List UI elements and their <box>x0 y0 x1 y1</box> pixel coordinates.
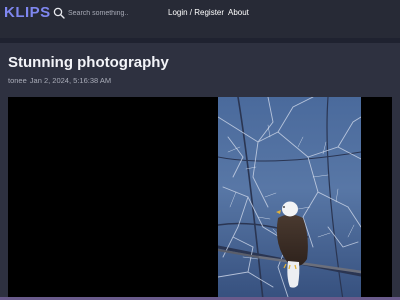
page-title: Stunning photography <box>8 54 169 71</box>
search-icon[interactable] <box>53 7 65 19</box>
search-bar[interactable] <box>53 6 168 20</box>
navbar: KLIPS Login / Register About <box>0 0 400 38</box>
photo-image[interactable] <box>218 97 361 300</box>
about-link[interactable]: About <box>228 8 249 17</box>
login-register-link[interactable]: Login / Register <box>168 8 224 17</box>
post-timestamp: Jan 2, 2024, 5:16:38 AM <box>29 76 112 85</box>
logo[interactable]: KLIPS <box>4 4 51 21</box>
post-meta: tonee Jan 2, 2024, 5:16:38 AM <box>8 76 111 85</box>
media-viewer[interactable] <box>8 97 392 300</box>
post-author[interactable]: tonee <box>8 76 27 85</box>
navbar-divider <box>0 38 400 43</box>
search-input[interactable] <box>68 6 168 20</box>
